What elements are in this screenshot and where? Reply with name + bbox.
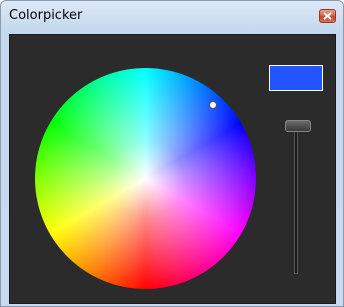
close-button[interactable] (319, 9, 336, 23)
color-selection-marker[interactable] (209, 101, 217, 109)
brightness-slider-track[interactable] (294, 129, 298, 274)
picker-panel (9, 34, 336, 304)
brightness-slider-thumb[interactable] (285, 120, 311, 132)
close-icon (323, 12, 332, 20)
color-wheel-center (35, 68, 256, 289)
color-preview-swatch (269, 65, 323, 91)
title-bar[interactable]: Colorpicker (1, 1, 343, 31)
window-title: Colorpicker (9, 8, 82, 23)
color-wheel[interactable] (35, 68, 256, 289)
colorpicker-window: Colorpicker (0, 0, 344, 307)
